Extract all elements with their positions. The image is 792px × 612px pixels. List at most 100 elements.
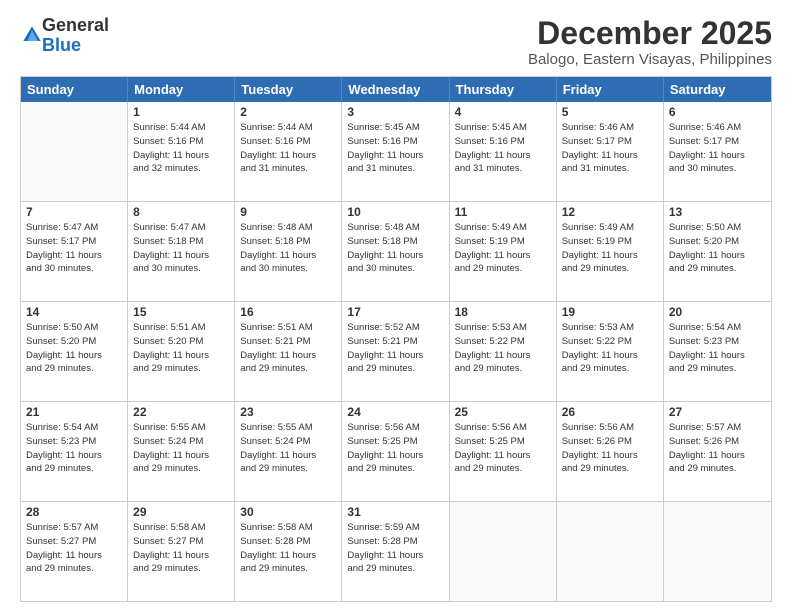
sunrise-text: Sunrise: 5:47 AM	[133, 222, 205, 233]
cell-info: Sunrise: 5:52 AMSunset: 5:21 PMDaylight:…	[347, 321, 443, 376]
day-number: 4	[455, 105, 551, 119]
daylight-text2: and 29 minutes.	[562, 263, 630, 274]
sunset-text: Sunset: 5:28 PM	[240, 536, 310, 547]
cell-info: Sunrise: 5:50 AMSunset: 5:20 PMDaylight:…	[669, 221, 766, 276]
daylight-text: Daylight: 11 hours	[347, 250, 423, 261]
day-number: 21	[26, 405, 122, 419]
cal-cell: 5Sunrise: 5:46 AMSunset: 5:17 PMDaylight…	[557, 102, 664, 201]
cal-cell: 25Sunrise: 5:56 AMSunset: 5:25 PMDayligh…	[450, 402, 557, 501]
sunrise-text: Sunrise: 5:45 AM	[455, 122, 527, 133]
week-row-0: 1Sunrise: 5:44 AMSunset: 5:16 PMDaylight…	[21, 102, 771, 202]
cal-cell: 3Sunrise: 5:45 AMSunset: 5:16 PMDaylight…	[342, 102, 449, 201]
daylight-text2: and 29 minutes.	[669, 463, 737, 474]
day-number: 16	[240, 305, 336, 319]
sunrise-text: Sunrise: 5:59 AM	[347, 522, 419, 533]
day-number: 8	[133, 205, 229, 219]
calendar-title: December 2025	[528, 16, 772, 51]
cal-cell: 11Sunrise: 5:49 AMSunset: 5:19 PMDayligh…	[450, 202, 557, 301]
calendar: SundayMondayTuesdayWednesdayThursdayFrid…	[20, 76, 772, 602]
daylight-text2: and 31 minutes.	[455, 163, 523, 174]
daylight-text2: and 31 minutes.	[562, 163, 630, 174]
cal-cell: 15Sunrise: 5:51 AMSunset: 5:20 PMDayligh…	[128, 302, 235, 401]
title-area: December 2025 Balogo, Eastern Visayas, P…	[528, 16, 772, 68]
daylight-text: Daylight: 11 hours	[26, 450, 102, 461]
day-number: 15	[133, 305, 229, 319]
sunset-text: Sunset: 5:28 PM	[347, 536, 417, 547]
cell-info: Sunrise: 5:45 AMSunset: 5:16 PMDaylight:…	[347, 121, 443, 176]
cal-cell: 23Sunrise: 5:55 AMSunset: 5:24 PMDayligh…	[235, 402, 342, 501]
logo-blue: Blue	[42, 36, 109, 56]
sunrise-text: Sunrise: 5:57 AM	[26, 522, 98, 533]
daylight-text2: and 29 minutes.	[26, 463, 94, 474]
daylight-text: Daylight: 11 hours	[240, 450, 316, 461]
sunset-text: Sunset: 5:18 PM	[347, 236, 417, 247]
cell-info: Sunrise: 5:51 AMSunset: 5:20 PMDaylight:…	[133, 321, 229, 376]
daylight-text2: and 29 minutes.	[562, 363, 630, 374]
sunrise-text: Sunrise: 5:54 AM	[669, 322, 741, 333]
day-number: 10	[347, 205, 443, 219]
day-number: 14	[26, 305, 122, 319]
sunset-text: Sunset: 5:17 PM	[669, 136, 739, 147]
sunset-text: Sunset: 5:24 PM	[240, 436, 310, 447]
sunset-text: Sunset: 5:25 PM	[347, 436, 417, 447]
week-row-2: 14Sunrise: 5:50 AMSunset: 5:20 PMDayligh…	[21, 302, 771, 402]
daylight-text2: and 29 minutes.	[455, 463, 523, 474]
cal-cell: 4Sunrise: 5:45 AMSunset: 5:16 PMDaylight…	[450, 102, 557, 201]
sunrise-text: Sunrise: 5:49 AM	[455, 222, 527, 233]
daylight-text2: and 29 minutes.	[240, 563, 308, 574]
calendar-subtitle: Balogo, Eastern Visayas, Philippines	[528, 51, 772, 68]
cal-cell: 2Sunrise: 5:44 AMSunset: 5:16 PMDaylight…	[235, 102, 342, 201]
sunset-text: Sunset: 5:20 PM	[133, 336, 203, 347]
daylight-text: Daylight: 11 hours	[240, 250, 316, 261]
daylight-text2: and 30 minutes.	[669, 163, 737, 174]
daylight-text2: and 30 minutes.	[133, 263, 201, 274]
cal-cell: 20Sunrise: 5:54 AMSunset: 5:23 PMDayligh…	[664, 302, 771, 401]
cell-info: Sunrise: 5:49 AMSunset: 5:19 PMDaylight:…	[455, 221, 551, 276]
sunrise-text: Sunrise: 5:51 AM	[133, 322, 205, 333]
cell-info: Sunrise: 5:53 AMSunset: 5:22 PMDaylight:…	[562, 321, 658, 376]
daylight-text: Daylight: 11 hours	[455, 350, 531, 361]
sunrise-text: Sunrise: 5:45 AM	[347, 122, 419, 133]
daylight-text: Daylight: 11 hours	[133, 450, 209, 461]
cal-cell	[450, 502, 557, 601]
sunrise-text: Sunrise: 5:55 AM	[240, 422, 312, 433]
day-number: 26	[562, 405, 658, 419]
daylight-text: Daylight: 11 hours	[133, 150, 209, 161]
cell-info: Sunrise: 5:54 AMSunset: 5:23 PMDaylight:…	[26, 421, 122, 476]
cal-cell: 8Sunrise: 5:47 AMSunset: 5:18 PMDaylight…	[128, 202, 235, 301]
cell-info: Sunrise: 5:58 AMSunset: 5:27 PMDaylight:…	[133, 521, 229, 576]
cell-info: Sunrise: 5:57 AMSunset: 5:27 PMDaylight:…	[26, 521, 122, 576]
cal-cell: 1Sunrise: 5:44 AMSunset: 5:16 PMDaylight…	[128, 102, 235, 201]
daylight-text: Daylight: 11 hours	[347, 350, 423, 361]
day-number: 17	[347, 305, 443, 319]
day-number: 22	[133, 405, 229, 419]
cal-cell: 6Sunrise: 5:46 AMSunset: 5:17 PMDaylight…	[664, 102, 771, 201]
cal-cell: 21 Sunrise: 5:54 AMSunset: 5:23 PMDayligh…	[21, 402, 128, 501]
cal-cell: 18Sunrise: 5:53 AMSunset: 5:22 PMDayligh…	[450, 302, 557, 401]
cell-info: Sunrise: 5:48 AMSunset: 5:18 PMDaylight:…	[347, 221, 443, 276]
day-number: 27	[669, 405, 766, 419]
cal-cell: 12Sunrise: 5:49 AMSunset: 5:19 PMDayligh…	[557, 202, 664, 301]
daylight-text2: and 29 minutes.	[240, 463, 308, 474]
day-number: 7	[26, 205, 122, 219]
cell-info: Sunrise: 5:44 AMSunset: 5:16 PMDaylight:…	[240, 121, 336, 176]
sunrise-text: Sunrise: 5:49 AM	[562, 222, 634, 233]
daylight-text: Daylight: 11 hours	[347, 450, 423, 461]
sunset-text: Sunset: 5:26 PM	[562, 436, 632, 447]
cal-cell: 17 Sunrise: 5:52 AMSunset: 5:21 PMDayligh…	[342, 302, 449, 401]
day-number: 29	[133, 505, 229, 519]
sunset-text: Sunset: 5:18 PM	[240, 236, 310, 247]
sunset-text: Sunset: 5:20 PM	[669, 236, 739, 247]
calendar-header: SundayMondayTuesdayWednesdayThursdayFrid…	[21, 77, 771, 102]
cal-cell: 13Sunrise: 5:50 AMSunset: 5:20 PMDayligh…	[664, 202, 771, 301]
daylight-text: Daylight: 11 hours	[562, 250, 638, 261]
header-day-sunday: Sunday	[21, 77, 128, 102]
day-number: 30	[240, 505, 336, 519]
cell-info: Sunrise: 5:59 AMSunset: 5:28 PMDaylight:…	[347, 521, 443, 576]
header-day-monday: Monday	[128, 77, 235, 102]
daylight-text: Daylight: 11 hours	[133, 550, 209, 561]
day-number: 9	[240, 205, 336, 219]
day-number: 6	[669, 105, 766, 119]
cal-cell: 28Sunrise: 5:57 AMSunset: 5:27 PMDayligh…	[21, 502, 128, 601]
cal-cell: 31Sunrise: 5:59 AMSunset: 5:28 PMDayligh…	[342, 502, 449, 601]
